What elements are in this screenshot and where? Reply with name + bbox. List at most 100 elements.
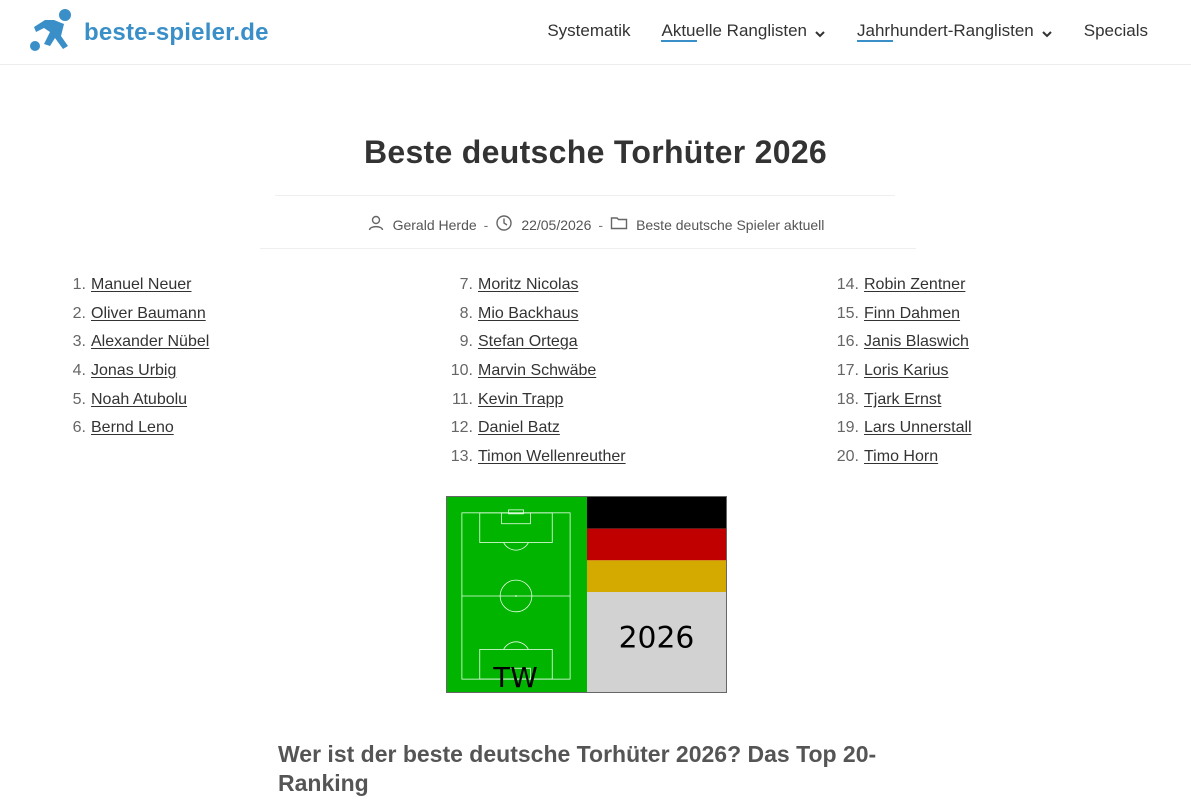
ranking-item: 18. Tjark Ernst	[829, 385, 972, 414]
rank-number: 12.	[450, 419, 473, 437]
divider	[275, 195, 895, 196]
ranking-item: 11. Kevin Trapp	[443, 385, 626, 414]
nav-item-jahrhundert-ranglisten[interactable]: Jahrhundert-Ranglisten	[857, 18, 1053, 44]
site-brand-name: beste-spieler.de	[84, 18, 269, 46]
rank-number: 7.	[459, 276, 473, 294]
nav-item-label: Aktuelle Ranglisten	[661, 21, 808, 40]
rank-number: 8.	[459, 304, 473, 322]
post-meta: Gerald Herde - 22/05/2026 - Beste deutsc…	[0, 214, 1191, 235]
ranking-column-1: 1. Manuel Neuer 2. Oliver Baumann 3. Alexan…	[56, 271, 210, 443]
post-author: Gerald Herde	[367, 214, 477, 235]
flag-stripe-black	[586, 497, 726, 529]
rank-number: 5.	[72, 390, 86, 408]
ranking-item: 1. Manuel Neuer	[56, 271, 209, 300]
ranking-item: 10. Marvin Schwäbe	[443, 357, 626, 386]
rank-number: 2.	[72, 304, 86, 322]
player-link[interactable]: Oliver Baumann	[91, 305, 206, 323]
divider	[260, 248, 916, 249]
rank-number: 13.	[450, 447, 473, 465]
page-title: Beste deutsche Torhüter 2026	[363, 134, 828, 170]
active-underline	[857, 40, 894, 42]
nav-item-systematik[interactable]: Systematik	[547, 18, 630, 44]
ranking-item: 17. Loris Karius	[829, 357, 972, 386]
nav-item-label: Jahrhundert-Ranglisten	[857, 21, 1034, 40]
section-heading: Wer ist der beste deutsche Torhüter 2026…	[278, 741, 877, 796]
post-category: Beste deutsche Spieler aktuell	[610, 214, 824, 235]
rank-number: 19.	[836, 419, 859, 437]
rank-number: 11.	[451, 390, 473, 408]
nav-item-label: Specials	[1083, 21, 1148, 40]
rank-number: 17.	[836, 362, 859, 380]
site-header: beste-spieler.de Systematik Aktuelle Ran…	[0, 0, 1191, 65]
author-link[interactable]: Gerald Herde	[393, 217, 477, 233]
active-underline	[661, 40, 698, 42]
ranking-item: 13. Timon Wellenreuther	[443, 443, 626, 472]
post-date-value: 22/05/2026	[521, 216, 592, 233]
player-link[interactable]: Noah Atubolu	[91, 391, 187, 409]
nav-item-aktuelle-ranglisten[interactable]: Aktuelle Ranglisten	[661, 18, 826, 44]
player-link[interactable]: Lars Unnerstall	[864, 419, 972, 437]
ranking-item: 7. Moritz Nicolas	[443, 271, 626, 300]
rank-number: 20.	[836, 447, 859, 465]
player-link[interactable]: Robin Zentner	[864, 276, 965, 294]
flag-stripe-red	[586, 528, 726, 561]
clock-icon	[495, 214, 521, 235]
rank-number: 4.	[72, 362, 86, 380]
player-link[interactable]: Janis Blaswich	[864, 333, 969, 351]
player-link[interactable]: Finn Dahmen	[864, 305, 960, 323]
article-hero-image: TW 2026	[446, 496, 727, 693]
soccer-player-icon	[28, 6, 76, 59]
player-link[interactable]: Tjark Ernst	[864, 391, 941, 409]
player-link[interactable]: Daniel Batz	[478, 419, 560, 437]
player-link[interactable]: Stefan Ortega	[478, 333, 578, 351]
rank-number: 9.	[459, 333, 473, 351]
ranking-item: 15. Finn Dahmen	[829, 300, 972, 329]
player-link[interactable]: Manuel Neuer	[91, 276, 192, 294]
rank-number: 15.	[836, 304, 859, 322]
rank-number: 1.	[72, 276, 86, 294]
rank-number: 14.	[836, 276, 859, 294]
ranking-item: 3. Alexander Nübel	[56, 328, 210, 357]
player-link[interactable]: Jonas Urbig	[91, 362, 176, 380]
chevron-down-icon	[1041, 25, 1053, 38]
ranking-item: 19. Lars Unnerstall	[829, 414, 972, 443]
player-link[interactable]: Moritz Nicolas	[478, 276, 578, 294]
main-navigation: Systematik Aktuelle Ranglisten Jahrhunde…	[516, 18, 1148, 44]
player-link[interactable]: Kevin Trapp	[478, 391, 563, 409]
player-link[interactable]: Timo Horn	[864, 448, 938, 466]
ranking-item: 6. Bernd Leno	[56, 414, 209, 443]
category-link[interactable]: Beste deutsche Spieler aktuell	[636, 217, 824, 233]
flag-stripe-gold	[586, 560, 726, 593]
player-link[interactable]: Mio Backhaus	[478, 305, 579, 323]
ranking-column-3: 14. Robin Zentner 15. Finn Dahmen 16. Janis…	[829, 271, 972, 471]
ranking-item: 9. Stefan Ortega	[443, 328, 626, 357]
rank-number: 16.	[836, 333, 859, 351]
folder-icon	[610, 214, 636, 235]
meta-separator: -	[598, 216, 604, 233]
ranking-item: 16. Janis Blaswich	[829, 328, 972, 357]
hero-position-label: TW	[492, 661, 537, 692]
player-link[interactable]: Bernd Leno	[91, 419, 174, 437]
nav-item-label: Systematik	[547, 21, 631, 40]
player-link[interactable]: Loris Karius	[864, 362, 948, 380]
player-link[interactable]: Timon Wellenreuther	[478, 448, 626, 466]
player-link[interactable]: Alexander Nübel	[91, 333, 209, 351]
rank-number: 6.	[72, 419, 86, 437]
ranking-item: 12. Daniel Batz	[443, 414, 626, 443]
ranking-item: 4. Jonas Urbig	[56, 357, 209, 386]
chevron-down-icon	[814, 25, 826, 38]
post-date: 22/05/2026	[495, 214, 591, 235]
ranking-item: 8. Mio Backhaus	[443, 300, 626, 329]
ranking-item: 5. Noah Atubolu	[56, 385, 209, 414]
ranking-item: 2. Oliver Baumann	[56, 300, 209, 329]
ranking-item: 20. Timo Horn	[829, 443, 972, 472]
rank-number: 3.	[72, 333, 86, 351]
user-icon	[367, 214, 393, 235]
ranking-column-2: 7. Moritz Nicolas 8. Mio Backhaus 9. Stefan…	[443, 271, 626, 471]
nav-item-specials[interactable]: Specials	[1084, 18, 1148, 44]
player-link[interactable]: Marvin Schwäbe	[478, 362, 596, 380]
rank-number: 18.	[836, 390, 859, 408]
site-logo-link[interactable]: beste-spieler.de	[28, 6, 269, 59]
hero-year-label: 2026	[619, 620, 695, 655]
rank-number: 10.	[450, 362, 473, 380]
